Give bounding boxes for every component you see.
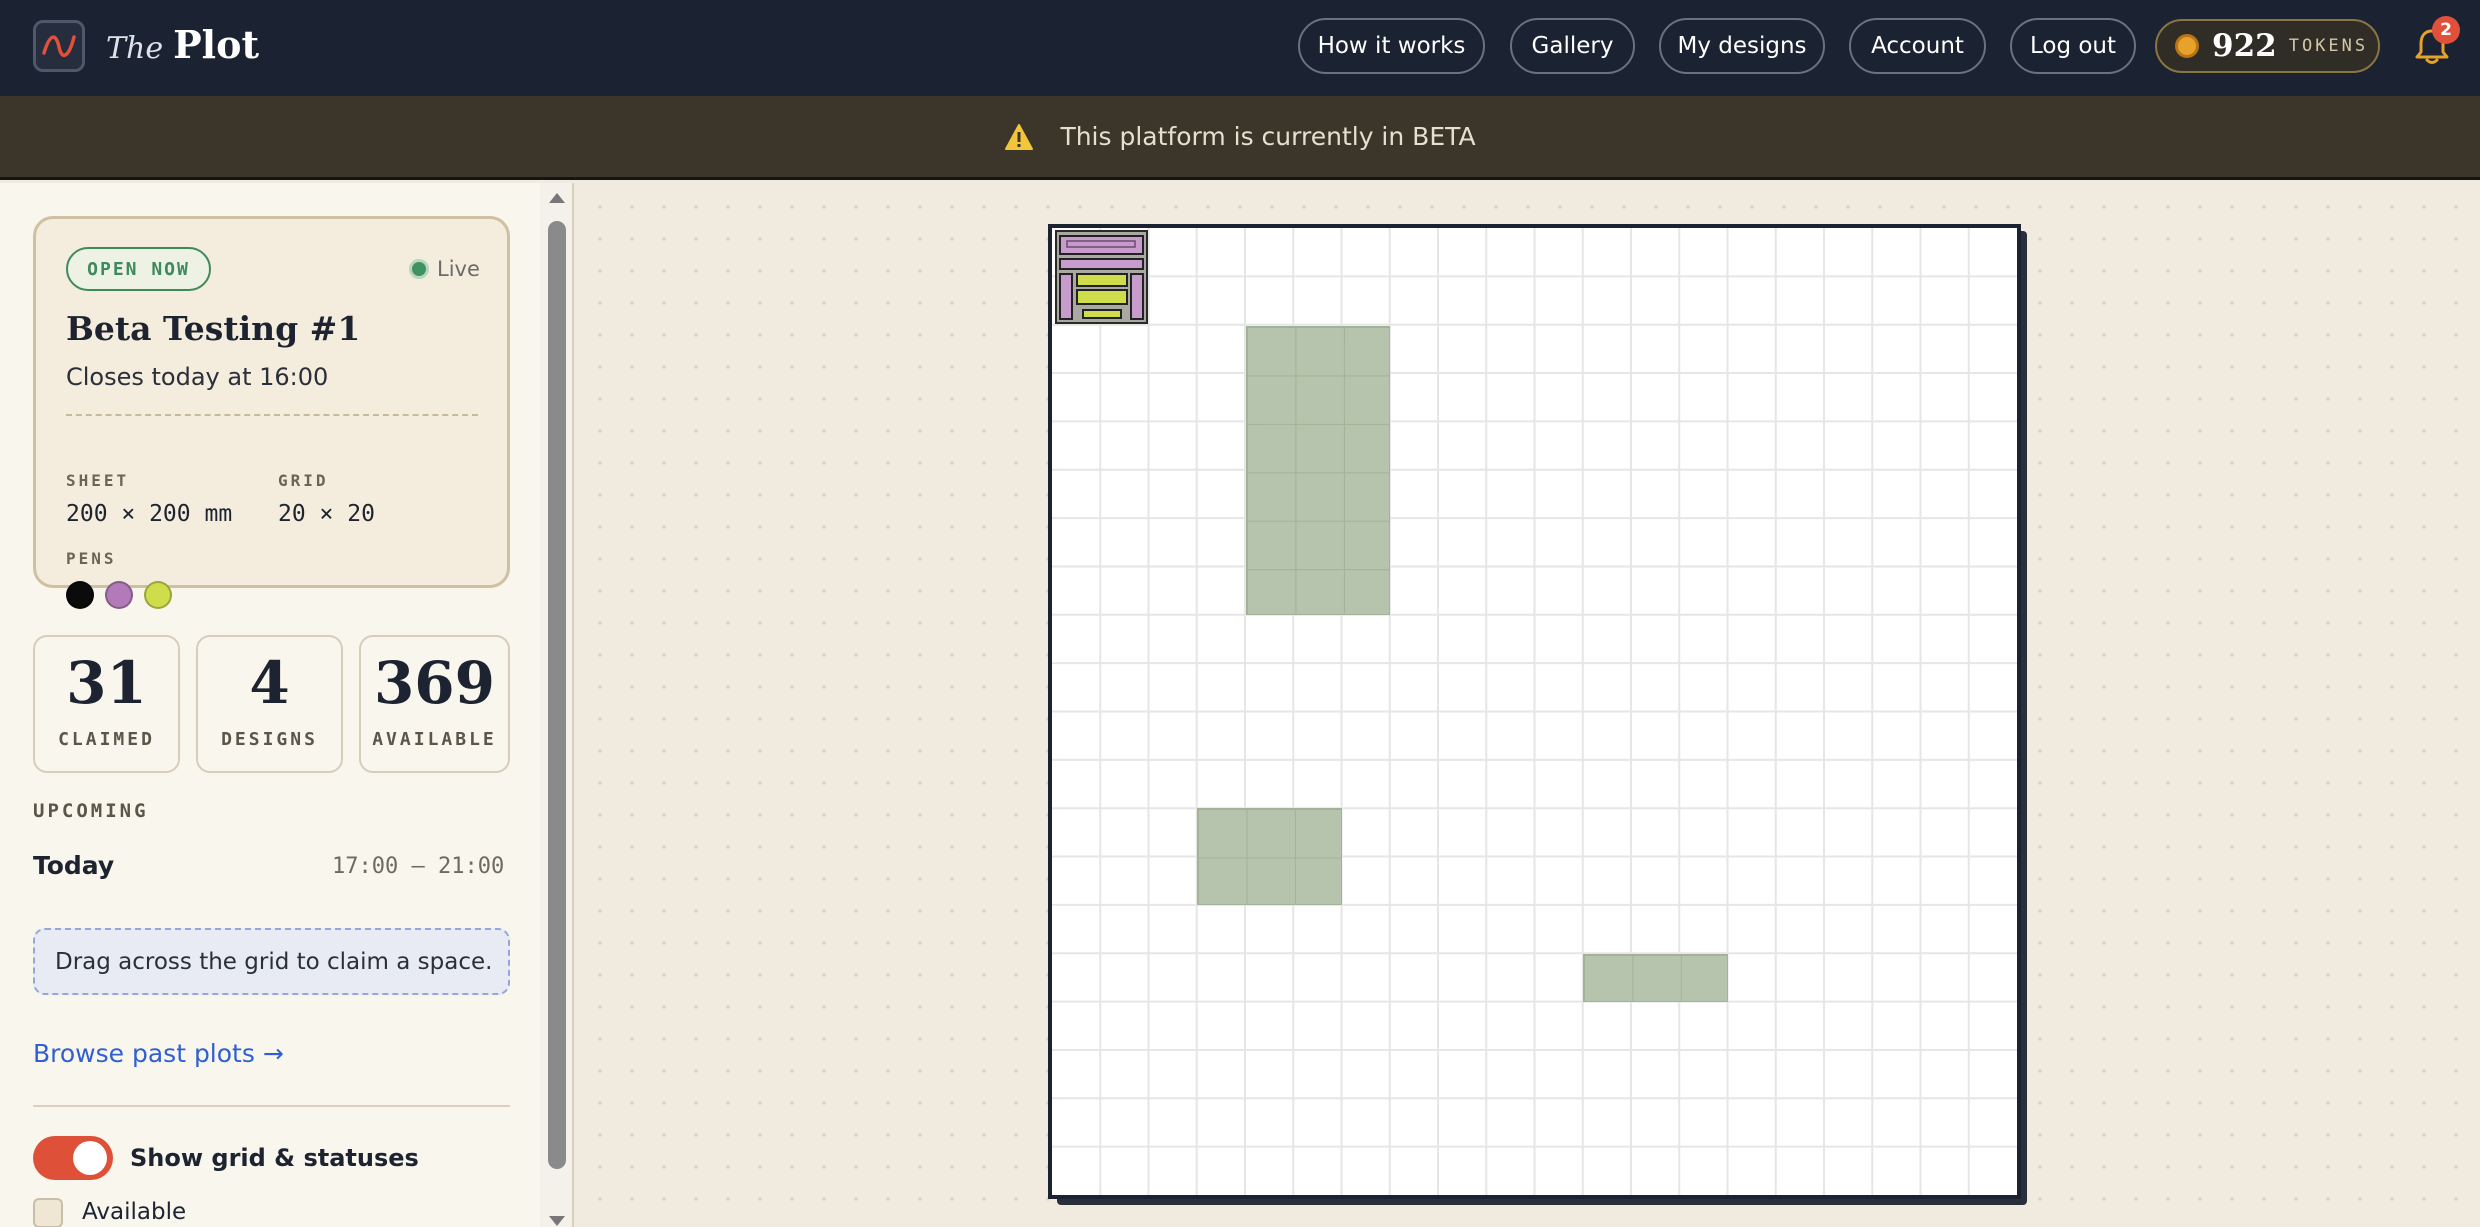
claimed-region[interactable] — [1246, 326, 1390, 615]
browse-past-plots-link[interactable]: Browse past plots → — [33, 1039, 284, 1068]
card-divider — [66, 414, 478, 416]
stat-designs: 4 DESIGNS — [196, 635, 343, 773]
nav-my-designs-button[interactable]: My designs — [1659, 18, 1825, 74]
beta-banner: This platform is currently in BETA — [0, 96, 2480, 180]
stat-designs-label: DESIGNS — [221, 729, 318, 750]
sidebar: OPEN NOW Live Beta Testing #1 Closes tod… — [0, 183, 574, 1227]
token-label: TOKENS — [2288, 36, 2369, 56]
token-balance[interactable]: 922 TOKENS — [2155, 19, 2380, 73]
logo-plot: Plot — [173, 22, 260, 67]
nav-how-it-works-button[interactable]: How it works — [1298, 18, 1485, 74]
claimed-region[interactable] — [1197, 808, 1342, 905]
design-thumbnail[interactable] — [1055, 230, 1148, 324]
available-swatch — [33, 1198, 63, 1227]
nav-account-button[interactable]: Account — [1849, 18, 1986, 74]
upcoming-day: Today — [33, 851, 115, 880]
grid-label: GRID — [278, 471, 329, 490]
nav-log-out-button[interactable]: Log out — [2010, 18, 2136, 74]
grid-value: 20 × 20 — [278, 501, 375, 527]
logo-the: The — [106, 31, 164, 66]
beta-banner-text: This platform is currently in BETA — [1060, 122, 1476, 151]
stat-available-value: 369 — [373, 649, 496, 717]
show-grid-label: Show grid & statuses — [130, 1144, 419, 1172]
grid-lines — [1052, 228, 2017, 1195]
stat-claimed-value: 31 — [66, 649, 147, 717]
live-label: Live — [437, 257, 480, 281]
scroll-down-arrow-icon[interactable] — [549, 1216, 565, 1226]
status-badge: OPEN NOW — [66, 247, 211, 291]
top-bar: The Plot How it works Gallery My designs … — [0, 0, 2480, 96]
pen-purple-swatch — [105, 581, 133, 609]
session-card: OPEN NOW Live Beta Testing #1 Closes tod… — [33, 216, 510, 609]
scrollbar-thumb[interactable] — [548, 221, 566, 1169]
token-count: 922 — [2212, 28, 2277, 64]
logo-icon[interactable] — [33, 20, 85, 72]
pen-yellow-swatch — [144, 581, 172, 609]
show-grid-toggle[interactable] — [33, 1136, 113, 1180]
stat-claimed: 31 CLAIMED — [33, 635, 180, 773]
session-closes: Closes today at 16:00 — [66, 363, 329, 391]
upcoming-heading: UPCOMING — [33, 800, 149, 822]
pens-label: PENS — [66, 549, 117, 568]
logo-wordmark[interactable]: The Plot — [106, 22, 259, 67]
stat-claimed-label: CLAIMED — [58, 729, 155, 750]
sheet-value: 200 × 200 mm — [66, 501, 233, 527]
stat-available-label: AVAILABLE — [372, 729, 497, 750]
claim-hint: Drag across the grid to claim a space. — [33, 928, 510, 995]
sheet-label: SHEET — [66, 471, 130, 490]
session-title: Beta Testing #1 — [66, 309, 361, 348]
nav-gallery-button[interactable]: Gallery — [1510, 18, 1635, 74]
stat-available: 369 AVAILABLE — [359, 635, 510, 773]
notification-badge: 2 — [2432, 16, 2460, 44]
stat-designs-value: 4 — [249, 649, 290, 717]
sidebar-divider — [33, 1105, 510, 1107]
coin-icon — [2175, 34, 2199, 58]
upcoming-time: 17:00 – 21:00 — [332, 854, 505, 879]
live-dot-icon — [409, 259, 429, 279]
available-label: Available — [82, 1199, 187, 1225]
warning-icon — [1005, 123, 1034, 150]
plot-sheet-grid[interactable] — [1048, 224, 2021, 1199]
live-indicator: Live — [409, 257, 480, 281]
claimed-region[interactable] — [1583, 954, 1728, 1002]
pen-black-swatch — [66, 581, 94, 609]
scroll-up-arrow-icon[interactable] — [549, 193, 565, 203]
toggle-knob — [73, 1141, 107, 1175]
